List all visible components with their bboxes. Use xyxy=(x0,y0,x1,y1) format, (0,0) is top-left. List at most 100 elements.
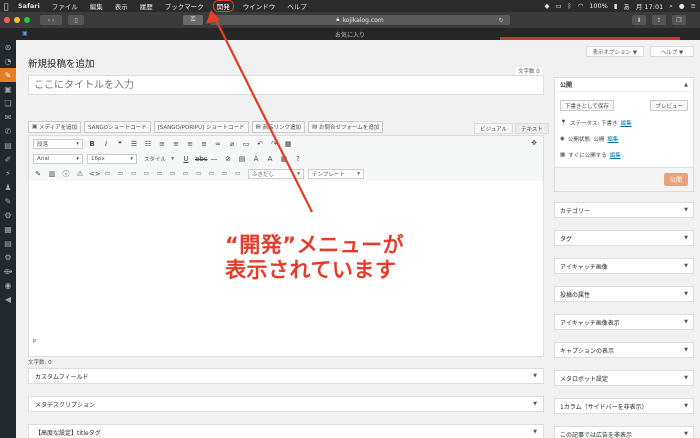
dashboard-icon[interactable]: ◔ xyxy=(0,54,16,68)
table-icon[interactable]: ▦ xyxy=(279,155,289,163)
toolbar-toggle-icon[interactable]: ▦ xyxy=(283,140,293,148)
hr-icon[interactable]: — xyxy=(209,155,219,163)
dropbox-icon[interactable]: ◆ xyxy=(545,2,550,10)
menu-bookmarks[interactable]: ブックマーク xyxy=(159,1,210,11)
title-tag-box[interactable]: 【高度な設定】titleタグ ▼ xyxy=(28,424,544,438)
clipboard-icon[interactable]: ▥ xyxy=(47,170,57,178)
caption-display-box[interactable]: キャプションの表示 ▼ xyxy=(554,342,694,358)
quote-icon[interactable]: ❝ xyxy=(115,140,125,148)
warning-icon[interactable]: ⚠ xyxy=(75,170,85,178)
wifi-icon[interactable]: ◠ xyxy=(578,2,584,10)
box-style-4-icon[interactable]: ▭ xyxy=(142,171,151,177)
info-icon[interactable]: ⓘ xyxy=(61,169,71,179)
box-style-11-icon[interactable]: ▭ xyxy=(233,171,242,177)
sidebar-toggle-icon[interactable]: ▯ xyxy=(68,15,84,25)
users-icon[interactable]: ♟ xyxy=(0,180,16,194)
code-icon[interactable]: <> xyxy=(89,170,101,178)
meta-description-box[interactable]: メタデスクリプション ▼ xyxy=(28,396,544,412)
box-style-7-icon[interactable]: ▭ xyxy=(181,171,190,177)
tab-visual[interactable]: ビジュアル xyxy=(474,123,513,134)
plugins-icon[interactable]: ⚡ xyxy=(0,166,16,180)
box-style-1-icon[interactable]: ▭ xyxy=(103,171,112,177)
fullscreen-icon[interactable]: ✥ xyxy=(531,139,537,147)
bg-color-icon[interactable]: A xyxy=(265,155,275,163)
bluetooth-icon[interactable]: ᛒ xyxy=(568,2,572,10)
seo-icon[interactable]: ▦ xyxy=(0,222,16,236)
clock[interactable]: 月 17:01 xyxy=(636,1,663,11)
read-more-icon[interactable]: ▭ xyxy=(241,140,251,148)
pages-icon[interactable]: ❏ xyxy=(0,96,16,110)
apple-icon[interactable]:  xyxy=(0,2,12,11)
post-attributes-box[interactable]: 投稿の属性 ▼ xyxy=(554,286,694,302)
underline-icon[interactable]: U xyxy=(181,155,191,163)
paint-icon[interactable]: ✎ xyxy=(33,170,43,178)
font-family-select[interactable]: Arial ▾ xyxy=(33,153,83,164)
box-style-2-icon[interactable]: ▭ xyxy=(116,171,125,177)
box-style-10-icon[interactable]: ▭ xyxy=(220,171,229,177)
battery-icon[interactable]: ▮ xyxy=(614,2,618,10)
box-style-8-icon[interactable]: ▭ xyxy=(194,171,203,177)
menu-view[interactable]: 表示 xyxy=(109,1,134,11)
wp-logo-icon[interactable]: ⊛ xyxy=(0,40,16,54)
menu-file[interactable]: ファイル xyxy=(46,1,84,11)
paste-text-icon[interactable]: ▤ xyxy=(237,155,247,163)
format-select[interactable]: 段落 ▾ xyxy=(33,138,83,149)
settings-icon[interactable]: ⚙ xyxy=(0,208,16,222)
one-column-box[interactable]: 1カラム（サイドバーを非表示） ▼ xyxy=(554,398,694,414)
lock-menu-icon[interactable]: ▤ xyxy=(0,236,16,250)
align-left-icon[interactable]: ≡ xyxy=(157,140,167,148)
address-bar[interactable]: 🔒︎ kojikalog.com xyxy=(210,15,510,25)
menu-history[interactable]: 履歴 xyxy=(134,1,159,11)
bold-icon[interactable]: B xyxy=(87,140,97,148)
preview-button[interactable]: プレビュー xyxy=(650,100,688,111)
help-button[interactable]: ヘルプ ▼ xyxy=(650,46,694,57)
product-link-button[interactable]: ▤ 商品リンク追加 xyxy=(251,121,305,133)
unlink-icon[interactable]: ⌀ xyxy=(227,140,237,148)
save-draft-button[interactable]: 下書きとして保存 xyxy=(560,100,614,111)
status-edit-link[interactable]: 編集 xyxy=(621,119,632,127)
align-justify-icon[interactable]: ≡ xyxy=(199,140,209,148)
menu-help[interactable]: ヘルプ xyxy=(281,1,313,11)
undo-icon[interactable]: ↶ xyxy=(255,140,265,148)
tag-box[interactable]: タグ ▼ xyxy=(554,230,694,246)
gear-icon[interactable]: ⚙ xyxy=(0,250,16,264)
box-style-3-icon[interactable]: ▭ xyxy=(129,171,138,177)
download-icon[interactable]: ⬇ xyxy=(632,15,646,25)
align-right-icon[interactable]: ≡ xyxy=(185,140,195,148)
fukidashi-select[interactable]: ふきだし ▾ xyxy=(248,168,304,179)
custom-fields-box[interactable]: カスタムフィールド ▼ xyxy=(28,368,544,384)
share-icon[interactable]: ⇪ xyxy=(652,15,666,25)
posts-icon[interactable]: ✎ xyxy=(0,68,16,82)
box-style-6-icon[interactable]: ▭ xyxy=(168,171,177,177)
chevron-up-icon[interactable]: ▲ xyxy=(684,82,688,88)
italic-icon[interactable]: I xyxy=(101,140,111,148)
publish-header[interactable]: 公開 xyxy=(555,78,693,92)
strikethrough-icon[interactable]: abc xyxy=(195,155,208,163)
menu-app-safari[interactable]: Safari xyxy=(12,2,46,10)
box-style-9-icon[interactable]: ▭ xyxy=(207,171,216,177)
back-forward-buttons[interactable]: ‹ › xyxy=(40,15,62,25)
numbered-list-icon[interactable]: ☷ xyxy=(143,140,153,148)
keyboard-help-icon[interactable]: ? xyxy=(293,155,303,163)
add-media-button[interactable]: ▣ メディアを追加 xyxy=(28,121,82,133)
reload-icon[interactable]: ↻ xyxy=(496,16,506,24)
redo-icon[interactable]: ↷ xyxy=(269,140,279,148)
close-window-icon[interactable] xyxy=(4,17,10,23)
zoom-window-icon[interactable] xyxy=(24,17,30,23)
menu-window[interactable]: ウインドウ xyxy=(237,1,282,11)
style-select[interactable]: スタイル ▾ xyxy=(141,154,177,164)
search-icon[interactable]: ⌕ xyxy=(669,2,673,11)
align-center-icon[interactable]: ≡ xyxy=(171,140,181,148)
visibility-edit-link[interactable]: 編集 xyxy=(607,135,618,143)
featured-image-box[interactable]: アイキャッチ画像 ▼ xyxy=(554,258,694,274)
category-box[interactable]: カテゴリー ▼ xyxy=(554,202,694,218)
tools-icon[interactable]: ✎ xyxy=(0,194,16,208)
user-icon[interactable]: ● xyxy=(679,2,685,10)
poripu-shortcode-button[interactable]: [SANGO/PORIPU] ショートコード xyxy=(153,121,249,133)
tab-text[interactable]: テキスト xyxy=(514,123,549,134)
font-size-select[interactable]: 16px ▾ xyxy=(87,153,137,164)
screen-options-button[interactable]: 表示オプション ▼ xyxy=(585,46,644,57)
text-color-icon[interactable]: A xyxy=(251,155,261,163)
sliders-icon[interactable]: ▤ xyxy=(0,138,16,152)
schedule-edit-link[interactable]: 編集 xyxy=(610,151,621,159)
